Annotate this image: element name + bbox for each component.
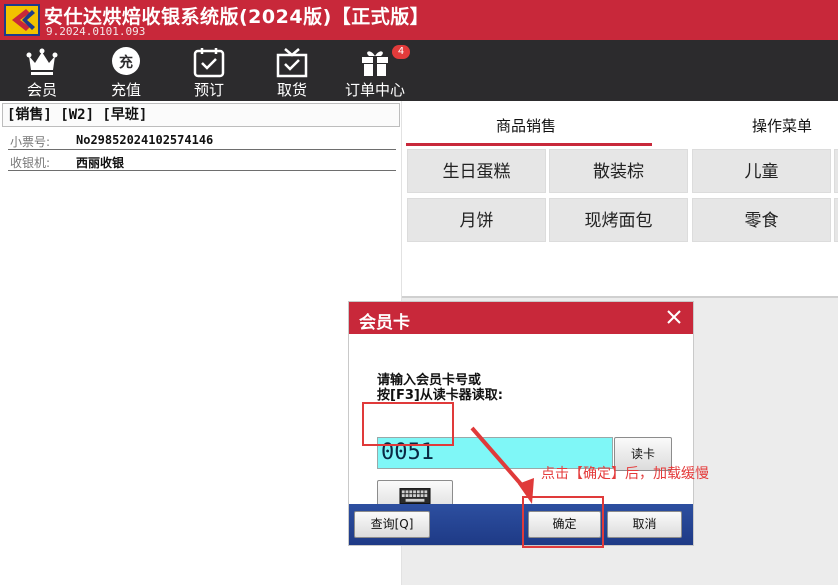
toolbar-recharge-label: 充值 [110, 81, 141, 99]
cancel-button[interactable]: 取消 [607, 511, 682, 538]
category-snacks[interactable]: 零食 [692, 198, 831, 242]
active-tab-indicator [406, 143, 652, 146]
register-row: 收银机: 西丽收银 [8, 151, 396, 171]
category-fresh-bread[interactable]: 现烤面包 [549, 198, 688, 242]
section-divider [402, 296, 838, 298]
toolbar-member-button[interactable]: 会员 [0, 40, 84, 101]
receipt-label: 小票号: [10, 135, 51, 149]
dialog-title-bar: 会员卡 [349, 302, 693, 334]
dialog-footer: 查询[Q] 确定 取消 [349, 504, 693, 545]
recharge-icon-text: 充 [119, 55, 133, 71]
tab-product-sales[interactable]: 商品销售 [496, 115, 556, 136]
toolbar-recharge-button[interactable]: 充 充值 [84, 40, 168, 101]
toolbar-pickup-button[interactable]: 取货 [250, 40, 334, 101]
register-label: 收银机: [10, 156, 51, 170]
title-bar: 安仕达烘焙收银系统版(2024版)【正式版】 9.2024.0101.093 [0, 0, 838, 40]
app-version: 9.2024.0101.093 [46, 25, 146, 38]
input-highlight-box [362, 402, 454, 446]
crown-icon [26, 48, 58, 75]
gift-icon [362, 51, 388, 76]
annotation-note: 点击【确定】后，加载缓慢 [541, 466, 709, 482]
close-icon[interactable] [663, 306, 685, 328]
calendar-check-icon [193, 48, 225, 78]
gift-box-check-icon [276, 48, 308, 78]
sale-status-header: [销售] [W2] [早班] [2, 103, 400, 127]
query-button[interactable]: 查询[Q] [354, 511, 430, 538]
tab-bar: 商品销售 操作菜单 [402, 101, 838, 147]
toolbar-pickup-label: 取货 [276, 81, 307, 99]
category-partial-2[interactable] [834, 198, 838, 242]
app-window: 安仕达烘焙收银系统版(2024版)【正式版】 9.2024.0101.093 会… [0, 0, 838, 585]
toolbar-order-center-label: 订单中心 [344, 81, 405, 99]
receipt-value: No29852024102574146 [76, 133, 214, 147]
category-bulk-zongzi[interactable]: 散装棕 [549, 149, 688, 193]
receipt-row: 小票号: No29852024102574146 [8, 130, 396, 150]
order-count-badge: 4 [392, 45, 410, 59]
category-partial[interactable] [834, 149, 838, 193]
tab-operation-menu[interactable]: 操作菜单 [752, 115, 812, 136]
category-grid: 生日蛋糕 散装棕 儿童 月饼 现烤面包 零食 [402, 147, 838, 297]
toolbar-reserve-button[interactable]: 预订 [168, 40, 250, 101]
category-kids[interactable]: 儿童 [692, 149, 831, 193]
toolbar-member-label: 会员 [26, 81, 57, 99]
register-value: 西丽收银 [76, 156, 125, 170]
sale-panel: [销售] [W2] [早班] 小票号: No29852024102574146 … [0, 101, 402, 585]
prompt-line-2: 按[F3]从读卡器读取: [377, 388, 504, 403]
toolbar-order-center-button[interactable]: 4 订单中心 [334, 40, 416, 101]
toolbar-reserve-label: 预订 [193, 81, 224, 99]
dialog-title: 会员卡 [359, 313, 410, 333]
app-logo-icon [4, 4, 40, 36]
main-toolbar: 会员 充 充值 预订 取货 4 订单中心 [0, 40, 838, 101]
category-mooncake[interactable]: 月饼 [407, 198, 546, 242]
category-birthday-cake[interactable]: 生日蛋糕 [407, 149, 546, 193]
